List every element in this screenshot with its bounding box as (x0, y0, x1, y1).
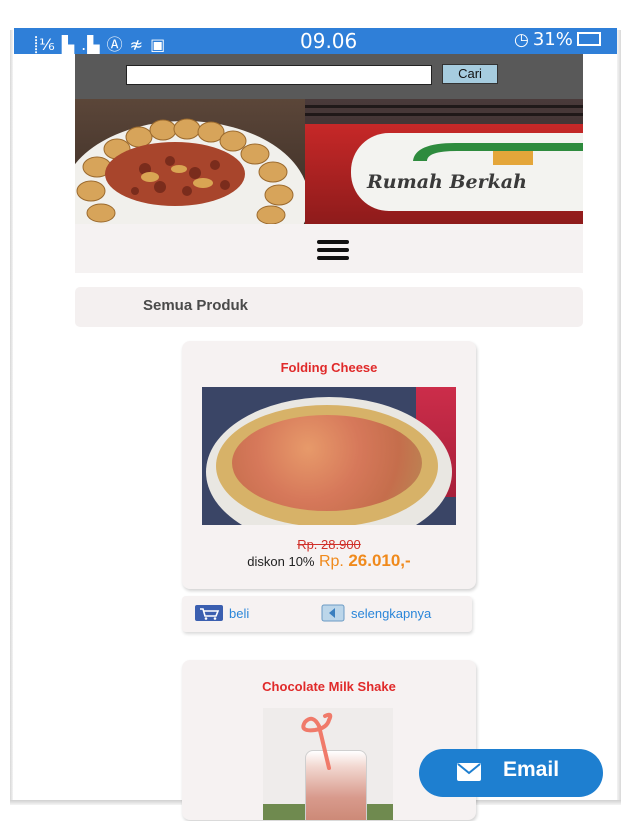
product-image[interactable] (202, 387, 456, 525)
email-button[interactable]: Email (419, 749, 603, 797)
status-right: ◷ 31% (514, 29, 601, 50)
status-bar: ⸽⅙ ▙ .▙ Ⓐ ≉ ▣ 09.06 ◷ 31% (14, 28, 617, 54)
product-image[interactable] (263, 708, 393, 820)
menu-icon[interactable] (317, 240, 349, 260)
search-input[interactable] (126, 65, 432, 85)
alarm-icon: ◷ (514, 30, 529, 50)
frame-edge-left (10, 30, 13, 800)
search-button[interactable]: Cari (442, 64, 498, 84)
category-label: Semua Produk (143, 297, 249, 314)
details-label: selengkapnya (351, 606, 432, 621)
email-icon (457, 763, 481, 781)
status-icons-left: ⸽⅙ ▙ .▙ Ⓐ ≉ ▣ (34, 35, 167, 54)
cart-icon (195, 605, 223, 621)
product-actions: beli selengkapnya (182, 596, 472, 632)
email-label: Email (503, 758, 560, 781)
battery-icon (576, 32, 601, 46)
product-title[interactable]: Folding Cheese (182, 360, 476, 375)
search-header: Cari (75, 54, 583, 99)
sign-logo-shape (413, 143, 583, 165)
product-title[interactable]: Chocolate Milk Shake (182, 679, 476, 694)
frame-edge-right (617, 30, 621, 800)
price-prefix: Rp. (318, 553, 344, 570)
banner-food-photo (75, 99, 305, 224)
store-banner: Rumah Berkah (75, 99, 583, 224)
battery-percent: 31% (532, 29, 573, 50)
status-time: 09.06 (300, 29, 358, 53)
banner-store-sign: Rumah Berkah (305, 99, 583, 224)
straw-drawing (301, 712, 333, 770)
price-row: diskon 10% Rp. 26.010,- (182, 551, 476, 571)
banner-food-drawing (76, 118, 294, 224)
category-bar[interactable]: Semua Produk (75, 287, 583, 327)
more-icon (321, 604, 345, 622)
store-name: Rumah Berkah (367, 171, 527, 193)
details-link[interactable]: selengkapnya (321, 604, 431, 622)
nav-bar (75, 224, 583, 273)
buy-link[interactable]: beli (194, 604, 249, 622)
product-card: Folding Cheese Rp. 28.900 diskon 10% Rp.… (182, 341, 476, 589)
discounted-price: 26.010,- (348, 551, 411, 570)
original-price: Rp. 28.900 (297, 537, 361, 552)
buy-label: beli (229, 606, 250, 621)
phone-screen: ⸽⅙ ▙ .▙ Ⓐ ≉ ▣ 09.06 ◷ 31% Cari Rumah Ber… (0, 0, 630, 821)
product-card: Chocolate Milk Shake (182, 660, 476, 820)
discount-label: diskon 10% (247, 554, 315, 569)
